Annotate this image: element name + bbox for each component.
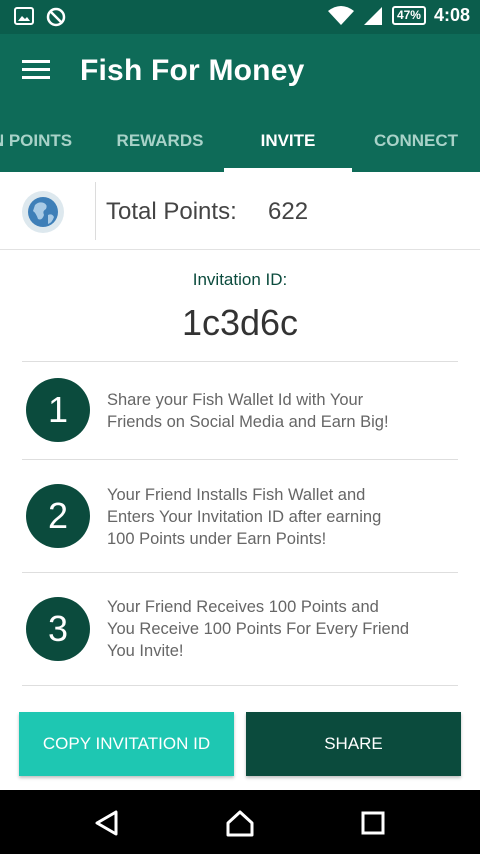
recents-icon[interactable] [358,808,388,838]
points-divider [95,182,96,240]
wifi-icon [327,5,354,25]
step-number-badge: 3 [26,597,90,661]
total-points-value: 622 [268,198,309,225]
signal-icon [363,6,382,25]
step-description: Your Friend Installs Fish Wallet and Ent… [107,486,382,548]
app-title: Fish For Money [80,54,305,87]
tab-connect[interactable]: CONNECT [352,110,480,172]
tab-bar: N POINTS REWARDS INVITE CONNECT [0,110,480,172]
step-description: Your Friend Receives 100 Points and You … [107,598,410,660]
step-1: 1 Share your Fish Wallet Id with Your Fr… [0,362,480,459]
hamburger-menu-icon[interactable] [22,60,50,82]
image-icon [14,7,34,25]
globe-icon [22,191,64,233]
step-2: 2 Your Friend Installs Fish Wallet and E… [0,460,480,572]
divider [22,685,458,686]
step-3: 3 Your Friend Receives 100 Points and Yo… [0,573,480,685]
tab-rewards[interactable]: REWARDS [96,110,224,172]
step-description: Share your Fish Wallet Id with Your Frie… [107,391,389,431]
copy-invitation-id-button[interactable]: COPY INVITATION ID [19,712,234,776]
status-bar: 47% 4:08 [0,0,480,34]
navigation-bar [0,790,480,854]
invitation-id-code: 1c3d6c [181,302,299,343]
battery-icon: 47% [391,6,426,25]
no-sync-icon [46,7,66,27]
step-number-badge: 1 [26,378,90,442]
status-time: 4:08 [433,5,470,25]
points-row: Total Points: 622 [0,172,480,250]
total-points-label: Total Points: [106,198,237,225]
back-icon[interactable] [92,808,122,838]
app-bar: Fish For Money [0,34,480,110]
step-number-badge: 2 [26,484,90,548]
home-icon[interactable] [225,808,255,838]
share-button[interactable]: SHARE [246,712,461,776]
tab-invite[interactable]: INVITE [224,110,352,172]
invitation-id-label: Invitation ID: [192,270,288,289]
tab-earn-points[interactable]: N POINTS [0,110,96,172]
